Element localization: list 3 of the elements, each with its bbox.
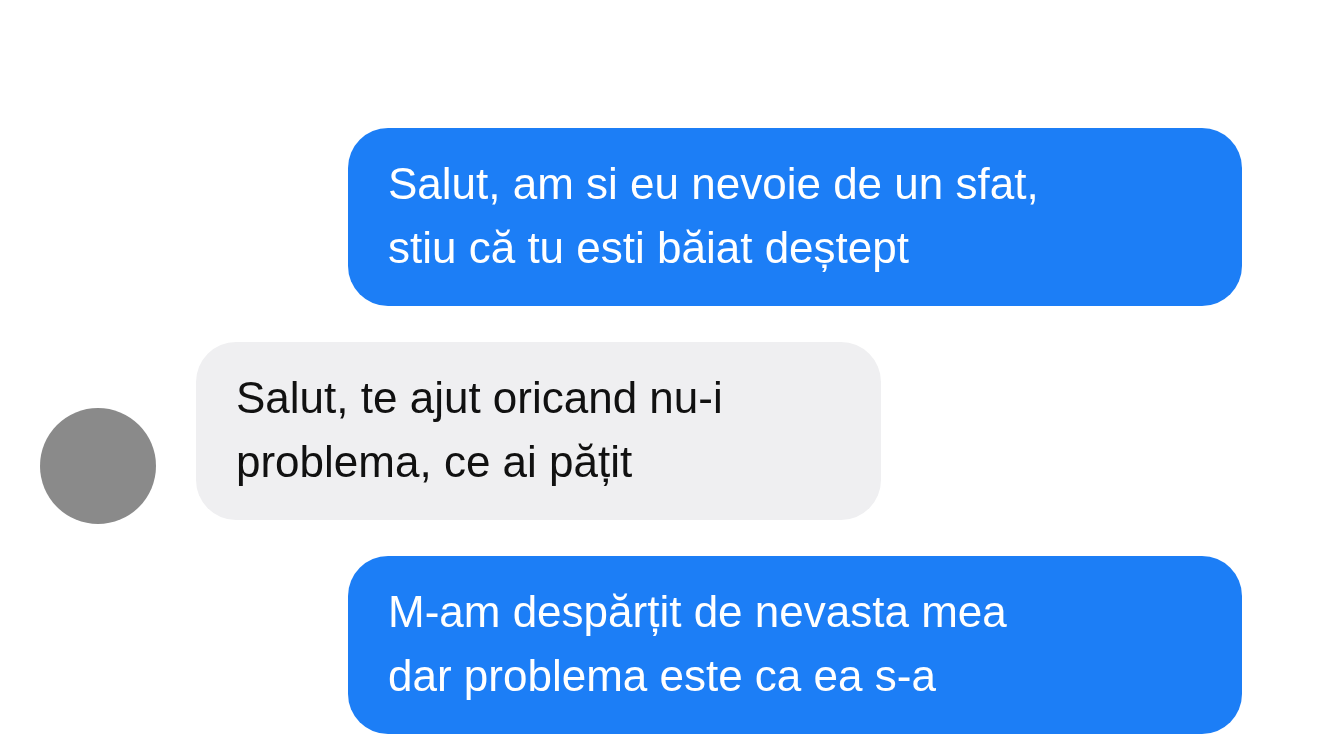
sent-message: Salut, am si eu nevoie de un sfat, stiu că tu esti băiat deștept	[348, 128, 1242, 306]
sent-message: M-am despărțit de nevasta mea dar problema este ca ea s-a	[348, 556, 1242, 734]
received-message: Salut, te ajut oricand nu-i problema, ce ai pățit	[196, 342, 881, 520]
